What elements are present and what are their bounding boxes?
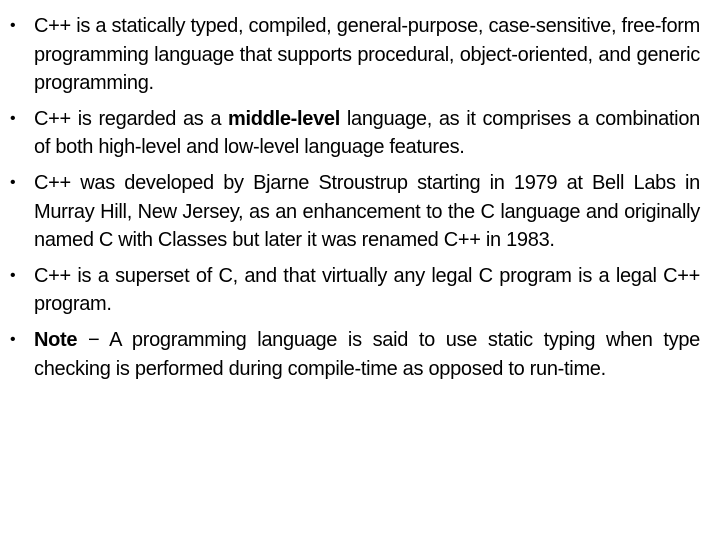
slide: • C++ is a statically typed, compiled, g… [0, 0, 720, 540]
note-label: Note [34, 328, 78, 351]
bullet-text: C++ is a statically typed, compiled, gen… [34, 15, 700, 95]
bullet-item: • Note − A programming language is said … [10, 326, 700, 383]
bullet-icon: • [10, 330, 16, 348]
bullet-icon: • [10, 17, 16, 34]
bullet-icon: • [10, 109, 16, 127]
bullet-icon: • [10, 173, 16, 191]
bullet-text: C++ was developed by Bjarne Stroustrup s… [34, 171, 700, 252]
bullet-text: C++ is regarded as a [34, 107, 228, 130]
bullet-item: • C++ is regarded as a middle-level lang… [10, 105, 700, 162]
bullet-text: − A programming language is said to use … [34, 328, 700, 380]
bullet-item: • C++ is a statically typed, compiled, g… [10, 12, 700, 98]
bullet-item: • C++ was developed by Bjarne Stroustrup… [10, 169, 700, 255]
bullet-item: • C++ is a superset of C, and that virtu… [10, 262, 700, 319]
emphasis-text: middle-level [228, 107, 340, 130]
bullet-list: • C++ is a statically typed, compiled, g… [10, 12, 700, 390]
bullet-text: C++ is a superset of C, and that virtual… [34, 264, 700, 316]
bullet-icon: • [10, 266, 16, 284]
